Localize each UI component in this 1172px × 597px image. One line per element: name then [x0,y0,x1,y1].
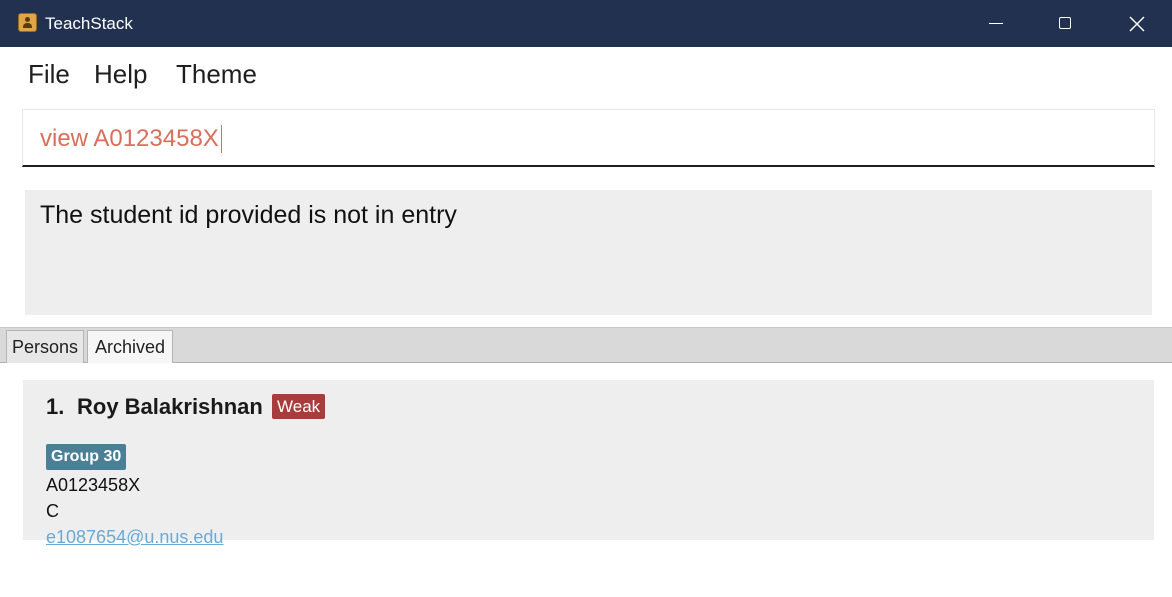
tab-bar: Persons Archived [0,327,1172,365]
menu-help[interactable]: Help [94,59,147,89]
menu-bar: File Help Theme [0,47,1172,103]
command-input-text: view A0123458X [40,125,222,153]
close-icon [1129,16,1145,32]
weak-tag: Weak [272,394,326,419]
close-button[interactable] [1101,0,1171,47]
maximize-icon [1059,17,1071,29]
person-list: 1. Roy Balakrishnan Weak Group 30 A01234… [0,363,1172,597]
group-tag: Group 30 [46,444,127,470]
teachstack-window: TeachStack File Help Theme view A0123458… [0,0,1172,597]
menu-theme[interactable]: Theme [176,59,257,89]
tab-archived[interactable]: Archived [87,330,173,365]
result-message: The student id provided is not in entry [40,201,457,229]
minimize-icon [989,23,1003,24]
contact-book-icon [18,13,37,32]
minimize-button[interactable] [961,0,1031,47]
student-grade: C [46,501,59,521]
maximize-button[interactable] [1031,0,1101,47]
email-link[interactable]: e1087654@u.nus.edu [46,526,223,548]
person-index: 1. [46,394,65,419]
result-display: The student id provided is not in entry [25,190,1152,315]
person-name: Roy Balakrishnan [77,394,263,419]
window-title: TeachStack [45,14,133,33]
command-input[interactable]: view A0123458X [22,109,1155,167]
title-bar[interactable]: TeachStack [0,0,1172,47]
person-card[interactable]: 1. Roy Balakrishnan Weak Group 30 A01234… [23,380,1154,547]
student-id: A0123458X [46,475,141,495]
menu-file[interactable]: File [28,59,70,89]
tab-persons[interactable]: Persons [6,330,84,364]
